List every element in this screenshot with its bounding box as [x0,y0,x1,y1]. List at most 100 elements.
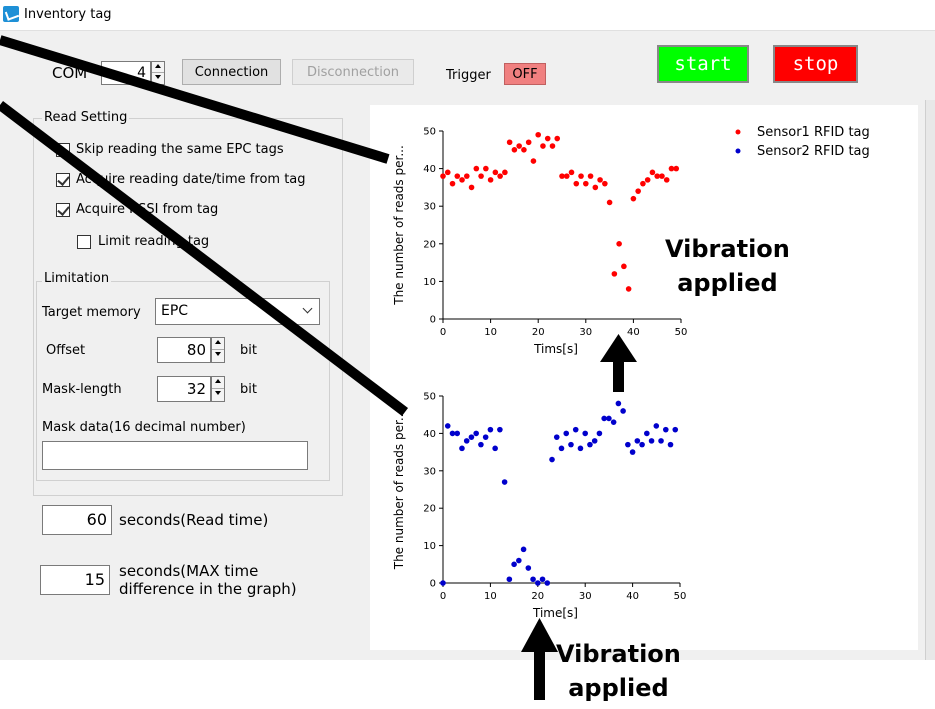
data-point [616,241,622,247]
data-point [506,576,513,583]
legend-entry: Sensor1 RFID tag [757,125,870,140]
y-tick-label: 20 [423,504,436,515]
annotation-bottom: Vibration applied [556,637,681,705]
data-point [516,143,522,149]
annotation-line-bottom [0,101,409,416]
y-tick-label: 20 [423,239,436,250]
data-point [487,177,494,183]
data-point [544,135,551,142]
data-point [563,173,570,179]
data-point [502,169,508,176]
x-tick-label: 30 [579,327,592,338]
data-point [573,180,580,187]
data-point [602,180,608,187]
y-tick-label: 10 [423,541,436,552]
data-point [459,177,465,183]
data-point [511,561,517,568]
x-tick-label: 10 [484,327,497,338]
data-point [540,143,546,149]
data-point [568,169,575,176]
data-point [535,131,541,138]
data-point [587,441,593,448]
x-tick-label: 30 [579,591,592,602]
data-point [492,169,499,176]
data-point [559,173,565,179]
annotation-top: Vibration applied [665,232,790,300]
y-tick-label: 10 [423,277,436,288]
data-point [483,165,489,172]
data-point [473,430,479,437]
y-axis-label: The number of reads per... [392,145,406,306]
data-point [521,147,527,153]
data-point [492,445,498,452]
data-point [478,441,484,448]
y-tick-label: 0 [430,579,436,590]
annotation-line-top [0,35,390,164]
arrow-top-shaft [613,360,624,392]
data-point [516,557,522,564]
data-point [591,438,598,444]
data-point [578,173,584,179]
data-point [511,147,518,153]
x-tick-label: 0 [440,327,446,338]
annotation-top-line1: Vibration [665,235,790,263]
data-point [449,180,456,187]
data-point [583,180,589,187]
data-point [468,184,475,191]
y-tick-label: 30 [423,466,436,477]
data-point [554,135,561,142]
x-tick-label: 50 [675,327,688,338]
arrow-bottom-shaft [534,650,545,700]
data-point [596,430,603,437]
data-point [662,426,669,433]
data-point [639,441,645,448]
data-point [668,165,675,172]
data-point [635,188,641,194]
data-point [592,184,599,191]
data-point [659,173,665,179]
data-point [454,430,461,437]
data-point [658,438,664,444]
y-tick-label: 40 [423,164,436,175]
data-point [653,423,660,429]
data-point [621,263,627,270]
data-point [530,576,536,583]
data-point [454,173,461,179]
x-tick-label: 50 [674,591,687,602]
x-tick-label: 40 [626,591,639,602]
x-tick-label: 10 [484,591,497,602]
data-point [625,441,631,448]
data-point [572,426,579,433]
top-chart: 0 10 20 30 40 50 0 10 20 30 40 50 Tims[s] The number … [392,127,687,357]
data-point [610,419,617,425]
data-point [611,271,618,277]
data-point [630,195,637,202]
data-point [615,400,622,407]
data-point [464,173,470,179]
data-point [587,173,594,179]
data-point [568,441,574,448]
data-point [606,199,613,206]
x-tick-label: 20 [531,591,544,602]
data-point [497,173,503,179]
annotation-top-line2: applied [677,269,778,297]
data-point [640,180,646,187]
charts-svg: 0 10 20 30 40 50 0 10 20 30 40 50 Tims[s] The number … [0,35,870,700]
data-point [577,445,584,452]
data-point [459,445,465,452]
x-tick-label: 40 [627,327,640,338]
data-point [620,408,626,414]
data-point [582,430,588,437]
data-point [549,143,556,149]
data-point [667,441,674,448]
data-point [444,423,451,429]
data-point [648,438,655,444]
data-point [544,580,551,586]
x-axis-label: Tims[s] [533,342,578,356]
y-tick-label: 50 [423,392,436,403]
data-point [468,434,475,440]
bottom-chart: 0 10 20 30 40 50 0 10 20 30 40 50 Time[s] The number … [392,392,686,621]
legend-marker [735,129,741,135]
arrow-top-head-icon [600,334,637,362]
data-point [473,165,480,172]
